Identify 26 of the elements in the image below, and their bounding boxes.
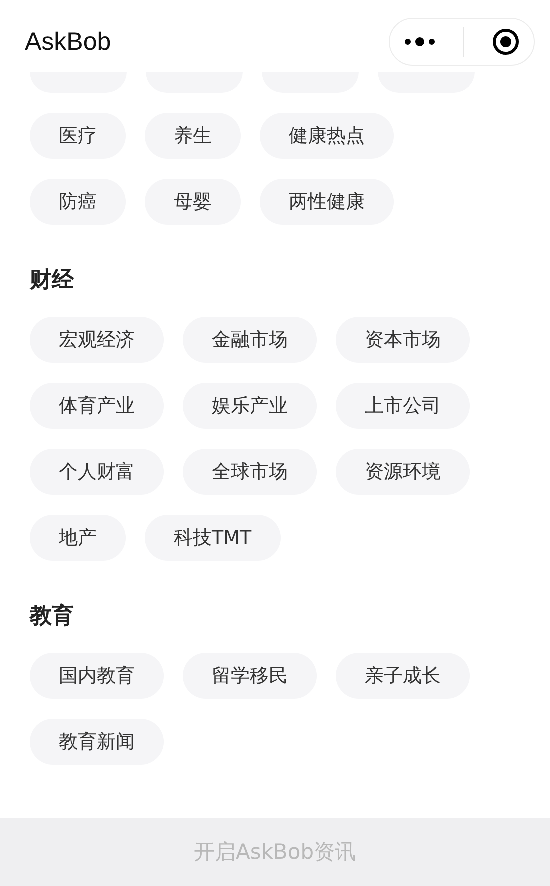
tag-chip[interactable]: 亲子成长 — [336, 653, 470, 699]
tag-chip[interactable]: 母婴 — [145, 179, 241, 225]
tag-chip[interactable]: 科技TMT — [145, 515, 281, 561]
tag-chip[interactable]: 金融市场 — [183, 317, 317, 363]
tag-chip[interactable]: 地产 — [30, 515, 126, 561]
tag-chip[interactable]: 上市公司 — [336, 383, 470, 429]
section-title: 教育 — [30, 603, 75, 631]
section-title: 财经 — [30, 267, 76, 295]
tag-chip[interactable]: 医疗 — [30, 113, 126, 159]
tag-chip[interactable]: 娱乐产业 — [183, 383, 317, 429]
tag-chip[interactable]: 防癌 — [30, 179, 126, 225]
app-title: AskBob — [25, 28, 112, 56]
tag-chip[interactable]: 教育新闻 — [30, 719, 164, 765]
tag-chip[interactable]: 宏观经济 — [30, 317, 164, 363]
tag-chip[interactable]: 国内教育 — [30, 653, 164, 699]
tag-chip[interactable]: 健康热点 — [260, 113, 394, 159]
tag-chip[interactable]: 体育产业 — [30, 383, 164, 429]
tag-chip[interactable]: 留学移民 — [183, 653, 317, 699]
close-icon[interactable] — [492, 28, 520, 56]
tag-chip[interactable]: 资本市场 — [336, 317, 470, 363]
tag-chip[interactable]: 全球市场 — [183, 449, 317, 495]
tag-chip[interactable]: 资源环境 — [336, 449, 470, 495]
tag-chip[interactable]: 养生 — [145, 113, 241, 159]
more-icon[interactable] — [404, 37, 436, 47]
tag-chip[interactable]: 两性健康 — [260, 179, 394, 225]
tag-chip[interactable]: 个人财富 — [30, 449, 164, 495]
